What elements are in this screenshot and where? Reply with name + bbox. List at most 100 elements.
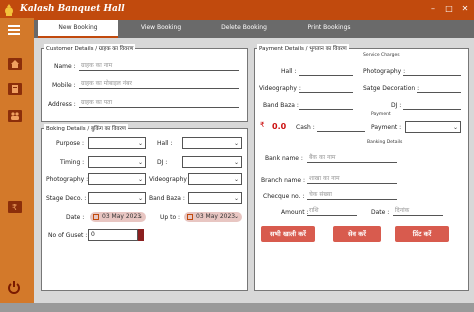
branch-name-input[interactable]: शाखा का नाम: [307, 174, 397, 184]
payment-mode-select[interactable]: ⌄: [405, 121, 461, 133]
chevron-down-icon: ⌄: [452, 124, 458, 131]
amount-input[interactable]: राशि: [307, 206, 357, 216]
payment-details-group: Payment Details / भुगतान का विवरण Servic…: [254, 44, 469, 291]
home-icon[interactable]: [8, 58, 22, 70]
tab-new-booking[interactable]: New Booking: [38, 20, 118, 38]
payment-details-legend: Payment Details / भुगतान का विवरण: [257, 44, 349, 52]
timing-label: Timing :: [60, 159, 85, 166]
chevron-down-icon: ⌄: [233, 159, 239, 166]
band-baza-select[interactable]: ⌄: [188, 192, 242, 204]
branch-name-label: Branch name :: [261, 177, 306, 184]
address-input[interactable]: ग्राहक का पता: [79, 98, 239, 108]
save-button[interactable]: सेव करें: [333, 226, 381, 242]
payment-date-input[interactable]: दिनांक: [393, 206, 443, 216]
hall-select[interactable]: ⌄: [182, 137, 242, 149]
hamburger-menu-button[interactable]: [0, 18, 34, 40]
chevron-down-icon: ⌄: [137, 159, 143, 166]
chevron-down-icon: ⌄: [137, 195, 143, 202]
stage-deco-select[interactable]: ⌄: [88, 192, 146, 204]
power-icon[interactable]: [7, 280, 21, 294]
dj-label: DJ :: [157, 159, 168, 166]
date-label: Date :: [66, 214, 85, 221]
svg-text:₹: ₹: [12, 203, 17, 212]
print-button[interactable]: प्रिंट करें: [395, 226, 449, 242]
dj-select[interactable]: ⌄: [182, 156, 242, 168]
bank-name-input[interactable]: बैंक का नाम: [307, 153, 397, 163]
payment-mode-label: Payment :: [371, 124, 402, 131]
calendar-icon: [93, 214, 99, 220]
guests-label: No of Guset :: [48, 232, 88, 239]
tab-view-booking[interactable]: View Booking: [122, 20, 200, 38]
date-picker[interactable]: 03 May 2023 ⌄: [90, 212, 146, 222]
upto-date-picker[interactable]: 03 May 2023 ⌄: [184, 212, 242, 222]
band-baza-charge-input[interactable]: [299, 100, 353, 110]
banking-details-heading: Banking Details: [367, 140, 403, 145]
date-value: 03 May 2023: [102, 213, 142, 220]
guests-stepper[interactable]: [138, 229, 144, 241]
guests-input[interactable]: 0: [88, 229, 138, 241]
clear-all-button[interactable]: सभी खाली करें: [261, 226, 315, 242]
tab-print-bookings[interactable]: Print Bookings: [288, 20, 370, 38]
rupee-symbol: ₹: [260, 121, 265, 129]
cash-input[interactable]: [317, 122, 365, 132]
payment-date-label: Date :: [371, 209, 390, 216]
band-baza-label: Band Baza :: [149, 195, 185, 202]
mobile-input[interactable]: ग्राहक का मोबाइल नंबर: [79, 79, 239, 89]
chevron-down-icon: ⌄: [233, 195, 239, 202]
payment-heading: Payment: [371, 112, 391, 117]
chevron-down-icon: ⌄: [233, 140, 239, 147]
dj-charge-label: DJ :: [391, 102, 402, 109]
band-baza-charge-label: Band Baza :: [263, 102, 299, 109]
customer-details-group: Customer Details / ग्राहक का विवरण Name …: [41, 44, 248, 122]
kalash-logo-icon: [5, 4, 13, 16]
videography-select[interactable]: ⌄: [188, 173, 242, 185]
satge-decoration-label: Satge Decoration :: [363, 85, 420, 92]
users-icon[interactable]: [8, 110, 22, 122]
chevron-down-icon: ⌄: [137, 213, 143, 220]
hall-label: Hall :: [157, 140, 173, 147]
timing-select[interactable]: ⌄: [88, 156, 146, 168]
address-label: Address :: [48, 101, 76, 108]
upto-date-value: 03 May 2023: [196, 213, 236, 220]
photography-charge-input[interactable]: [403, 66, 461, 76]
videography-charge-label: Videography :: [259, 85, 301, 92]
chevron-down-icon: ⌄: [233, 213, 239, 220]
photography-label: Photography :: [46, 176, 89, 183]
dj-charge-input[interactable]: [403, 100, 461, 110]
service-charges-heading: Service Charges: [363, 53, 400, 58]
videography-charge-input[interactable]: [299, 83, 353, 93]
customer-details-legend: Customer Details / ग्राहक का विवरण: [44, 44, 136, 52]
hall-charge-input[interactable]: [299, 66, 353, 76]
stage-deco-label: Stage Deco. :: [46, 195, 87, 202]
tab-delete-booking[interactable]: Delete Booking: [204, 20, 284, 38]
cheque-no-input[interactable]: चेक संख्या: [307, 190, 397, 200]
chevron-down-icon: ⌄: [137, 176, 143, 183]
document-icon[interactable]: [8, 83, 22, 95]
photography-charge-label: Photography :: [363, 68, 406, 75]
chevron-down-icon: ⌄: [137, 140, 143, 147]
cash-label: Cash :: [296, 124, 315, 131]
upto-label: Up to :: [160, 214, 181, 221]
status-strip: [0, 303, 474, 312]
maximize-icon[interactable]: □: [442, 3, 456, 15]
app-title: Kalash Banquet Hall: [20, 4, 125, 14]
rupee-icon[interactable]: ₹: [8, 201, 22, 213]
minimize-icon[interactable]: –: [426, 3, 440, 15]
total-amount: 0.0: [272, 122, 287, 131]
name-label: Name :: [54, 63, 76, 70]
satge-decoration-input[interactable]: [417, 83, 461, 93]
booking-details-legend: Boking Details / बुकिंग का विवरण: [44, 124, 128, 132]
main-panel: Customer Details / ग्राहक का विवरण Name …: [34, 38, 474, 303]
bank-name-label: Bank name :: [265, 155, 303, 162]
calendar-icon: [187, 214, 193, 220]
sidebar: ₹: [0, 38, 34, 303]
photography-select[interactable]: ⌄: [88, 173, 146, 185]
cheque-no-label: Checque no. :: [263, 193, 305, 200]
name-input[interactable]: ग्राहक का नाम: [79, 61, 239, 71]
purpose-select[interactable]: ⌄: [88, 137, 146, 149]
hall-charge-label: Hall :: [281, 68, 297, 75]
purpose-label: Purpose :: [56, 140, 85, 147]
close-icon[interactable]: ✕: [458, 3, 472, 15]
chevron-down-icon: ⌄: [233, 176, 239, 183]
booking-details-group: Boking Details / बुकिंग का विवरण Purpose…: [41, 124, 248, 291]
